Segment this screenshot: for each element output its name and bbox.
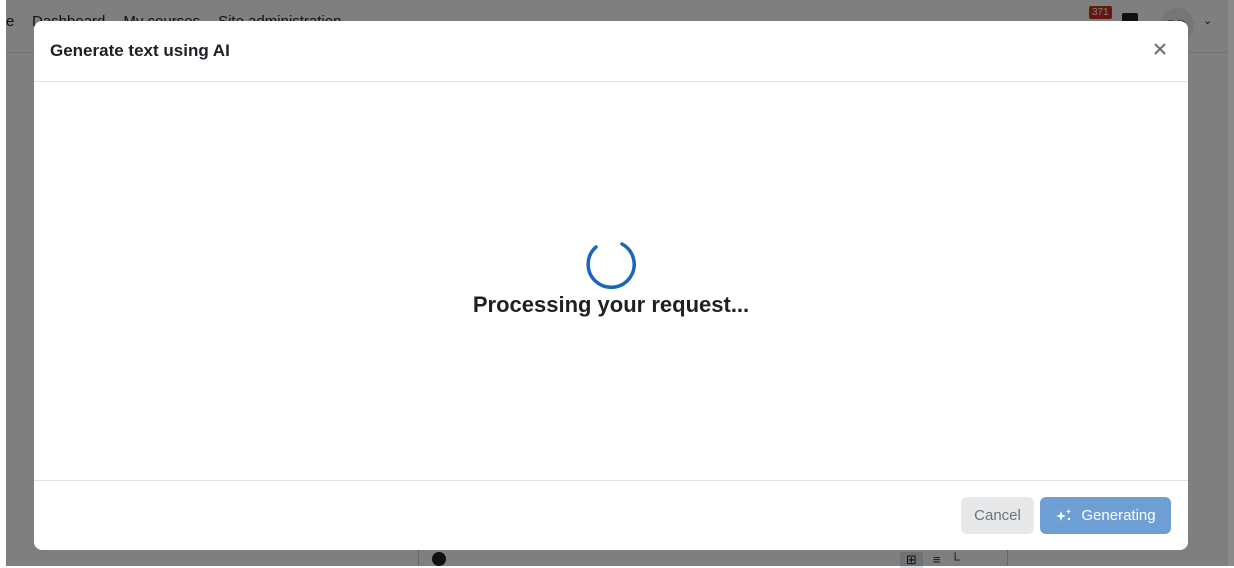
dialog-header: Generate text using AI: [34, 21, 1188, 82]
sparkle-icon: [1056, 508, 1072, 521]
page-scrollbar[interactable]: [1228, 0, 1234, 566]
dialog-body: Processing your request...: [34, 82, 1188, 480]
loading-spinner-icon: [586, 242, 636, 290]
cancel-button[interactable]: Cancel: [961, 497, 1034, 534]
cancel-button-label: Cancel: [974, 507, 1021, 524]
dialog-footer: Cancel Generating: [34, 480, 1188, 550]
close-icon: [1154, 43, 1166, 55]
generating-button-label: Generating: [1081, 507, 1156, 524]
processing-status-text: Processing your request...: [472, 292, 750, 317]
generating-button[interactable]: Generating: [1040, 497, 1171, 534]
page-edge-left: [0, 0, 6, 566]
close-button[interactable]: [1150, 39, 1170, 59]
ai-generate-dialog: Generate text using AI Processing your r…: [34, 21, 1188, 550]
dialog-title: Generate text using AI: [50, 41, 230, 60]
